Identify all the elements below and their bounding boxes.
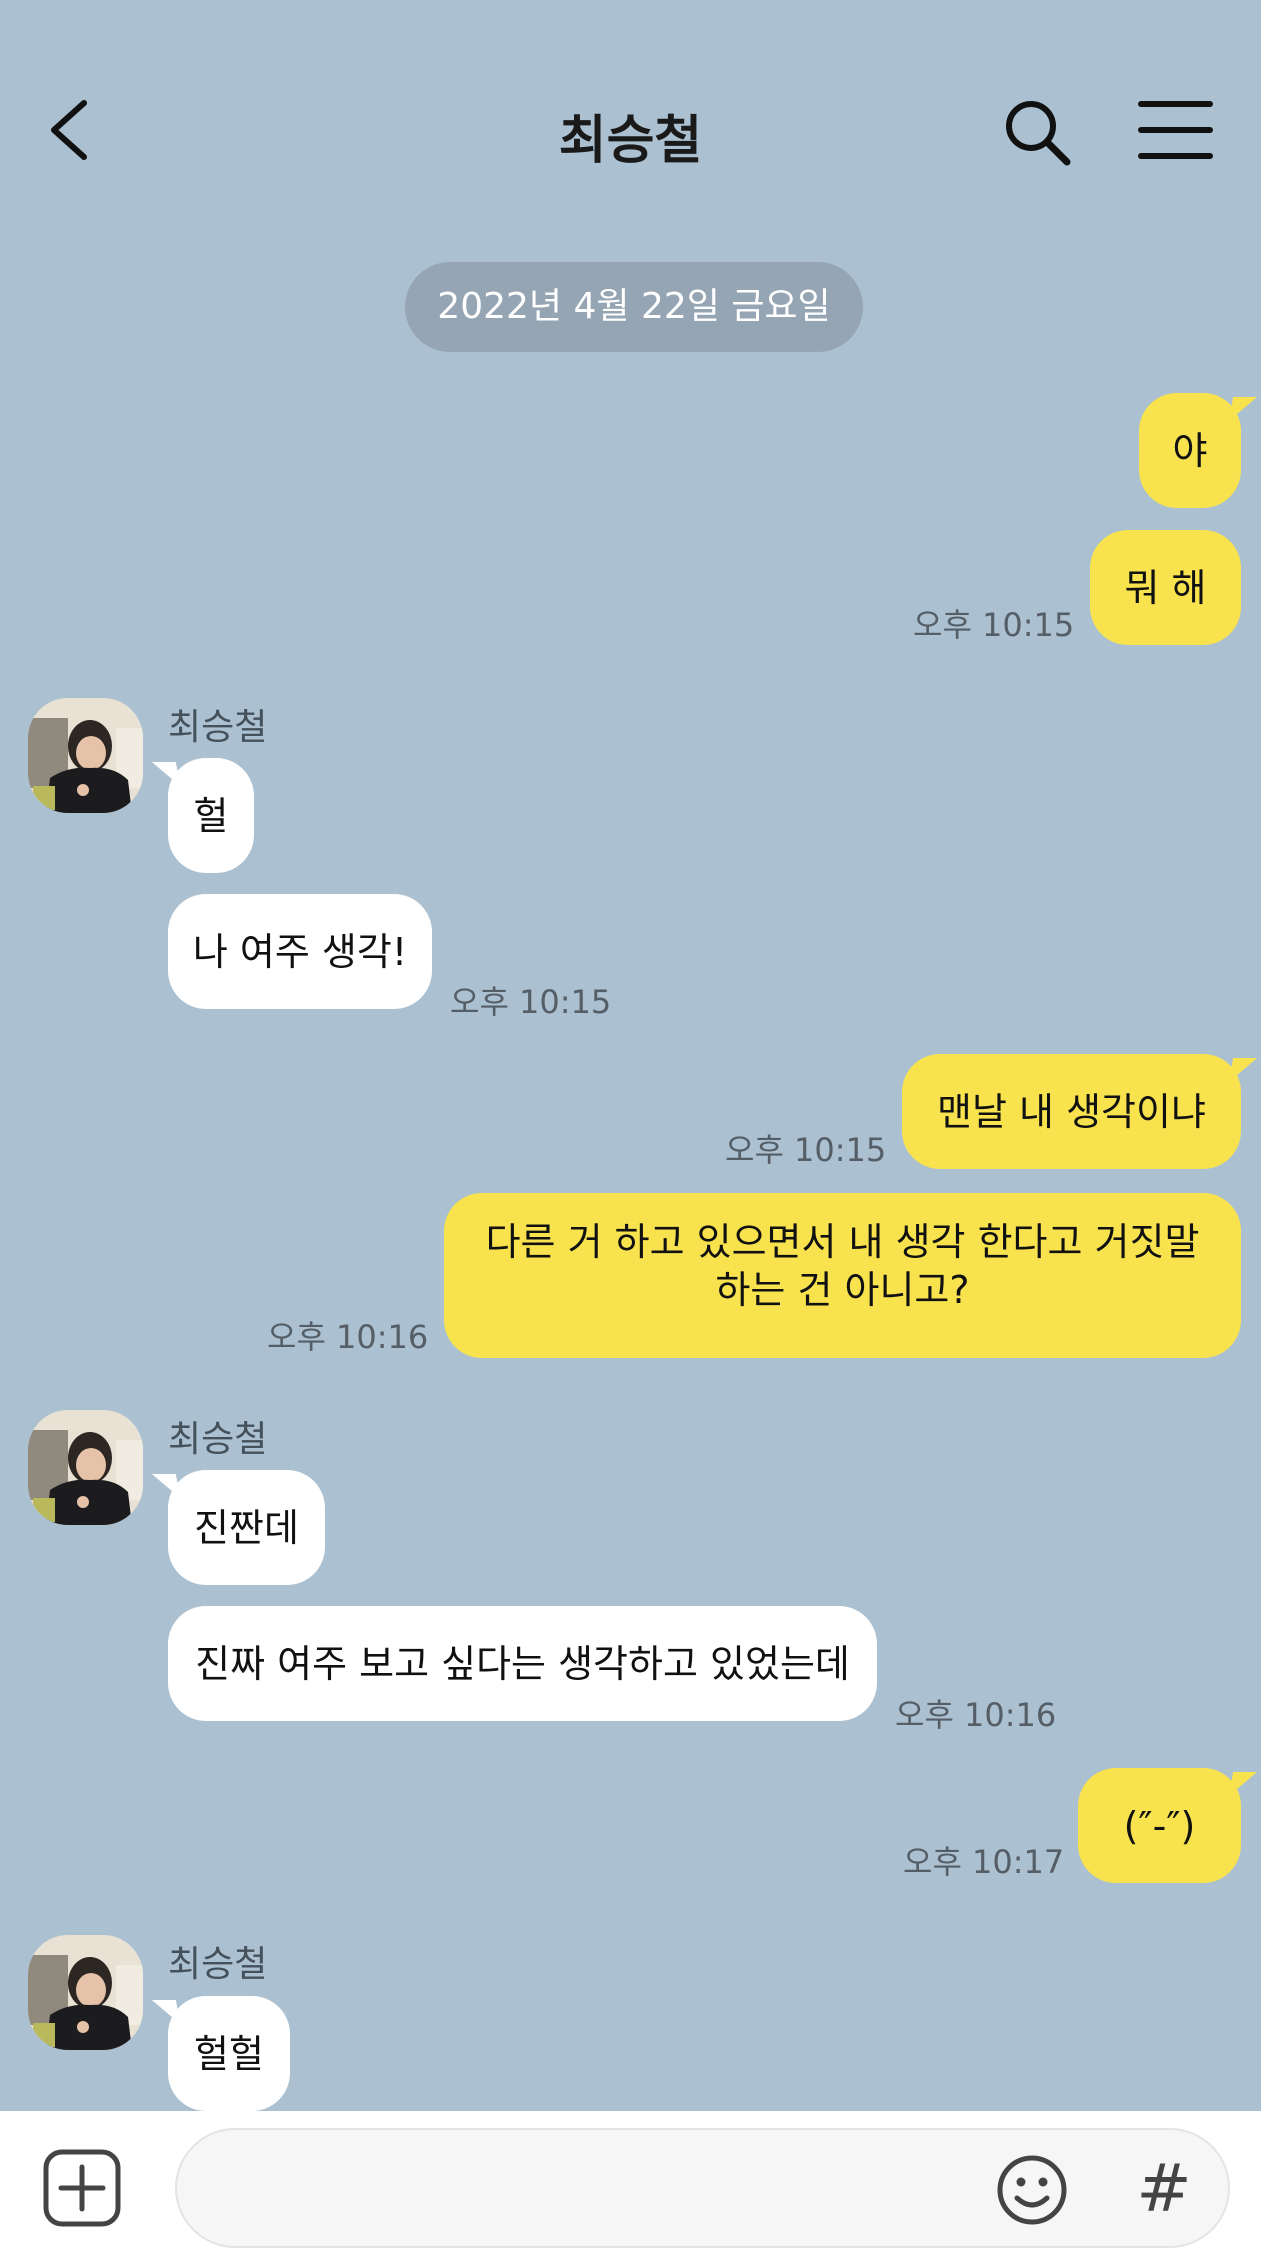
message-timestamp: 오후 10:15 <box>725 1131 887 1169</box>
hamburger-menu-icon <box>1138 101 1213 159</box>
attach-button[interactable] <box>43 2149 121 2227</box>
their-message-bubble[interactable]: 헐 <box>168 758 254 873</box>
my-message-bubble[interactable]: 다른 거 하고 있으면서 내 생각 한다고 거짓말 하는 건 아니고? <box>444 1193 1241 1358</box>
hashtag-search-button[interactable]: # <box>1134 2149 1194 2229</box>
message-text: (″-″) <box>1123 1803 1196 1848</box>
my-message-bubble[interactable]: (″-″) <box>1078 1768 1241 1883</box>
sender-name: 최승철 <box>168 1419 268 1460</box>
message-timestamp: 오후 10:15 <box>450 983 612 1021</box>
chat-header: 최승철 <box>0 0 1261 200</box>
message-text: 맨날 내 생각이냐 <box>937 1089 1206 1134</box>
sender-name: 최승철 <box>168 1944 268 1985</box>
profile-photo <box>28 698 143 813</box>
message-timestamp: 오후 10:16 <box>895 1696 1057 1734</box>
emoji-button[interactable] <box>996 2154 1068 2226</box>
message-text-line: 다른 거 하고 있으면서 내 생각 한다고 거짓말 <box>485 1220 1200 1264</box>
message-text: 진짠데 <box>194 1505 299 1550</box>
message-text: 야 <box>1172 428 1208 473</box>
avatar[interactable] <box>28 698 143 813</box>
their-message-bubble[interactable]: 헐헐 <box>168 1996 290 2111</box>
profile-photo <box>28 1410 143 1525</box>
my-message-bubble[interactable]: 야 <box>1139 393 1241 508</box>
message-timestamp: 오후 10:16 <box>267 1318 429 1356</box>
smiley-icon <box>997 2155 1067 2225</box>
their-message-bubble[interactable]: 나 여주 생각! <box>168 894 432 1009</box>
message-text: 헐 <box>193 793 229 838</box>
message-text: 나 여주 생각! <box>192 929 408 974</box>
avatar[interactable] <box>28 1935 143 2050</box>
menu-button[interactable] <box>1138 98 1213 163</box>
avatar[interactable] <box>28 1410 143 1525</box>
message-text: 헐헐 <box>194 2031 264 2076</box>
message-timestamp: 오후 10:15 <box>913 606 1075 644</box>
my-message-bubble[interactable]: 뭐 해 <box>1090 530 1241 645</box>
profile-photo <box>28 1935 143 2050</box>
sender-name: 최승철 <box>168 707 268 748</box>
message-text-line: 하는 건 아니고? <box>715 1268 970 1312</box>
my-message-bubble[interactable]: 맨날 내 생각이냐 <box>902 1054 1241 1169</box>
message-text: 뭐 해 <box>1124 565 1207 610</box>
plus-square-icon <box>43 2149 121 2227</box>
their-message-bubble[interactable]: 진짠데 <box>168 1470 325 1585</box>
date-divider: 2022년 4월 22일 금요일 <box>405 262 863 352</box>
message-input-bar: # <box>0 2111 1261 2249</box>
search-icon <box>1006 101 1071 166</box>
their-message-bubble[interactable]: 진짜 여주 보고 싶다는 생각하고 있었는데 <box>168 1606 877 1721</box>
message-text: 진짜 여주 보고 싶다는 생각하고 있었는데 <box>195 1641 850 1686</box>
message-timestamp: 오후 10:17 <box>903 1843 1065 1881</box>
search-button[interactable] <box>1003 98 1073 168</box>
message-input[interactable] <box>175 2128 1230 2248</box>
